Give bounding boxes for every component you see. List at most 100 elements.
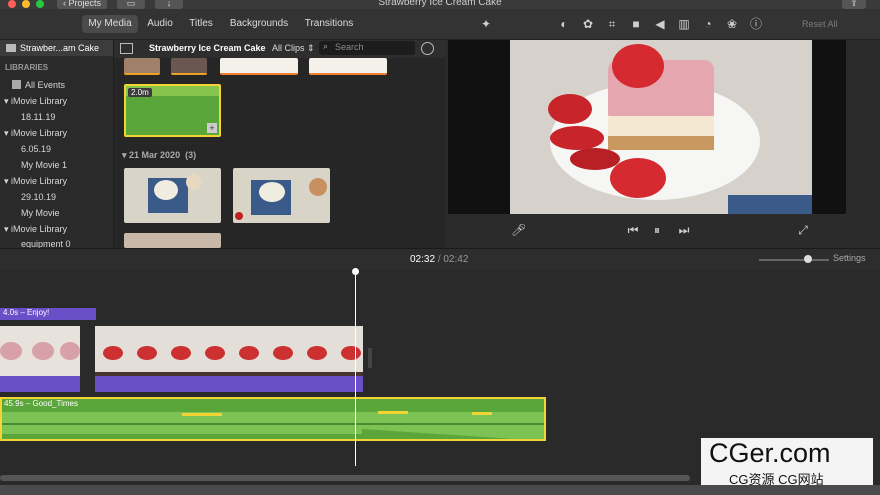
zoom-slider[interactable]	[759, 255, 829, 263]
browser-settings-icon[interactable]	[421, 42, 434, 55]
video-clip-thumbnail[interactable]	[233, 168, 330, 223]
date-group-header[interactable]: ▾ 21 Mar 2020 (3)	[122, 150, 196, 161]
total-time: 02:42	[443, 254, 469, 265]
disclosure-triangle-icon: ▾	[122, 150, 130, 160]
strawberry-graphic	[610, 158, 666, 198]
strawberry-graphic	[548, 94, 592, 124]
clip-duration: 2.0m	[128, 88, 152, 97]
clips-filter[interactable]: All Clips ⇕	[272, 43, 315, 54]
share-icon: ⇪	[850, 0, 858, 8]
playback-controls: 🎤︎ ⏮︎ ⏸︎ ⏭︎ ⤢	[445, 214, 880, 248]
volume-icon[interactable]: ◀	[653, 17, 667, 31]
napkin-graphic	[728, 195, 812, 214]
preview-frame	[510, 40, 812, 214]
clip-filmstrip	[0, 326, 80, 376]
tab-audio[interactable]: Audio	[143, 15, 177, 33]
clip-thumbnail[interactable]	[220, 58, 298, 75]
fullscreen-icon[interactable]: ⤢	[796, 223, 810, 237]
clip-thumbnail[interactable]	[309, 58, 387, 75]
audio-clip[interactable]: 45.9s – Good_Times	[0, 397, 546, 441]
bowl-graphic	[186, 174, 202, 190]
window-title: Strawberry Ice Cream Cake	[378, 0, 502, 8]
magic-wand-icon[interactable]: ✦	[479, 17, 493, 31]
dock	[0, 485, 880, 495]
clip-audio-strip	[0, 376, 80, 392]
clip-audio-strip	[95, 376, 363, 392]
zoom-slider-knob[interactable]	[804, 255, 812, 263]
search-placeholder: Search	[335, 42, 364, 52]
disclosure-triangle-icon: ▾	[4, 176, 12, 186]
events-icon	[12, 80, 21, 89]
sidebar-item-all-events[interactable]: All Events	[0, 77, 113, 93]
clip-filmstrip	[95, 326, 363, 376]
sidebar-item-library[interactable]: ▾ iMovie Library	[0, 173, 117, 189]
video-clip-thumbnail[interactable]	[124, 233, 221, 248]
timecode: 02:32 / 02:42	[410, 254, 469, 265]
sidebar-toggle-icon[interactable]	[120, 43, 133, 54]
library-title: Strawberry Ice Cream Cake	[149, 43, 266, 53]
sidebar-item-library[interactable]: ▾ iMovie Library	[0, 221, 117, 237]
voiceover-mic-icon[interactable]: 🎤︎	[511, 223, 526, 237]
filter-icon[interactable]: ❀	[725, 17, 739, 31]
video-clip[interactable]	[95, 326, 363, 392]
cake-graphic	[309, 178, 327, 196]
watermark: CGer.com CG资源 CG网站	[701, 438, 873, 488]
selected-audio-clip[interactable]: 2.0m +	[124, 84, 221, 137]
sidebar-item-library[interactable]: ▾ iMovie Library	[0, 125, 117, 141]
stabilization-icon[interactable]: ■	[629, 17, 643, 31]
sidebar-item-library[interactable]: ▾ iMovie Library	[0, 93, 117, 109]
media-tabs-bar: My Media Audio Titles Backgrounds Transi…	[0, 9, 445, 40]
pause-icon[interactable]: ⏸︎	[650, 223, 664, 237]
skip-forward-icon[interactable]: ⏭︎	[677, 223, 691, 237]
watermark-title: CGer.com	[709, 438, 831, 468]
crop-icon[interactable]: ⌗	[605, 17, 619, 31]
libraries-sidebar: Strawber...am Cake LIBRARIES All Events …	[0, 40, 117, 249]
playhead[interactable]	[355, 270, 356, 466]
timeline-scrollbar[interactable]	[0, 475, 690, 481]
speed-icon[interactable]: ◔	[701, 17, 715, 31]
cake-cream-graphic	[608, 116, 714, 136]
timeline-header: 02:32 / 02:42 Settings	[0, 248, 880, 271]
reset-all-button[interactable]: Reset All	[802, 19, 838, 29]
equalizer-icon[interactable]: ▥	[677, 17, 691, 31]
video-clip[interactable]	[0, 326, 80, 392]
search-field[interactable]: ⌕ Search	[319, 41, 415, 55]
color-palette-icon[interactable]: ✿	[581, 17, 595, 31]
add-clip-icon[interactable]: +	[207, 123, 217, 133]
cake-base-graphic	[608, 136, 714, 150]
tab-titles[interactable]: Titles	[184, 15, 218, 33]
strawberry-graphic	[550, 126, 604, 150]
strawberry-graphic	[235, 212, 243, 220]
disclosure-triangle-icon: ▾	[4, 96, 12, 106]
clip-thumbnail[interactable]	[124, 58, 160, 75]
color-balance-icon[interactable]: ◐	[557, 17, 571, 31]
current-time: 02:32	[410, 254, 436, 265]
sidebar-project-item[interactable]: Strawber...am Cake	[0, 40, 113, 56]
title-clip[interactable]: 4.0s – Enjoy!	[0, 308, 96, 320]
skip-back-icon[interactable]: ⏮︎	[626, 223, 640, 237]
browser-header: Strawberry Ice Cream Cake All Clips ⇕ ⌕ …	[114, 40, 445, 58]
disclosure-triangle-icon: ▾	[4, 224, 12, 234]
disclosure-triangle-icon: ▾	[4, 128, 12, 138]
project-icon	[6, 44, 16, 52]
playhead-knob[interactable]	[352, 268, 359, 275]
bowl-graphic	[154, 180, 178, 200]
libraries-header: LIBRARIES	[5, 63, 49, 72]
tab-backgrounds[interactable]: Backgrounds	[229, 15, 289, 33]
settings-button[interactable]: Settings	[833, 253, 866, 263]
clip-thumbnail[interactable]	[171, 58, 207, 75]
strawberry-graphic	[570, 148, 620, 170]
chevron-updown-icon: ⇕	[304, 43, 315, 53]
bowl-graphic	[259, 182, 285, 202]
tab-my-media[interactable]: My Media	[82, 15, 138, 33]
strawberry-graphic	[612, 44, 664, 88]
info-icon[interactable]: ⓘ	[749, 17, 763, 31]
video-clip-thumbnail[interactable]	[124, 168, 221, 223]
viewer	[448, 40, 846, 214]
tab-transitions[interactable]: Transitions	[302, 15, 356, 33]
share-button[interactable]: ⇪	[842, 0, 866, 9]
adjustment-toolbar: ✦ ◐ ✿ ⌗ ■ ◀ ▥ ◔ ❀ ⓘ Reset All	[445, 9, 880, 40]
title-bar: ‹ Projects ▭ ↓ Strawberry Ice Cream Cake…	[0, 0, 880, 9]
clip-trim-handle[interactable]	[368, 348, 372, 368]
search-icon: ⌕	[323, 41, 329, 51]
